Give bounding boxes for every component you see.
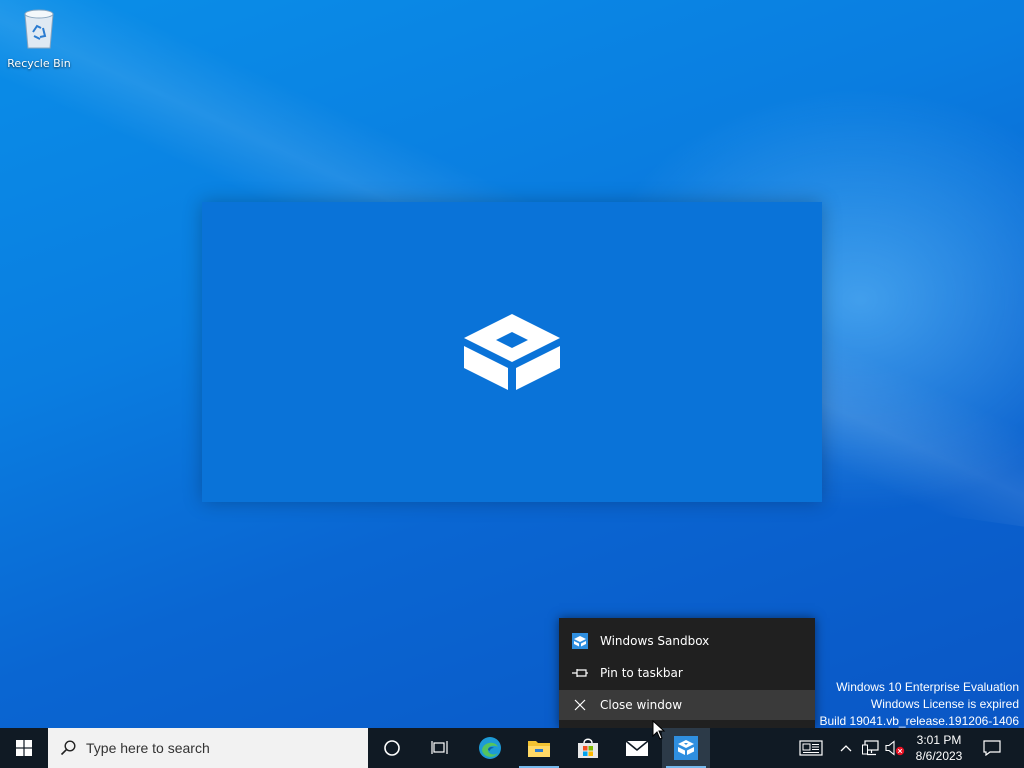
volume-button[interactable] bbox=[884, 728, 906, 768]
jump-list-item-label: Close window bbox=[600, 698, 683, 712]
windows-sandbox-logo bbox=[464, 314, 560, 390]
watermark-license: Windows License is expired bbox=[870, 697, 1019, 711]
recycle-bin-icon bbox=[24, 9, 54, 49]
chevron-up-icon bbox=[840, 745, 852, 752]
mail-icon bbox=[625, 740, 649, 756]
show-hidden-icons-button[interactable] bbox=[836, 728, 856, 768]
task-view-button[interactable] bbox=[416, 728, 464, 768]
store-icon bbox=[578, 738, 598, 758]
news-button[interactable] bbox=[794, 728, 828, 768]
cortana-icon bbox=[384, 740, 400, 756]
windows-logo-icon bbox=[16, 740, 32, 756]
windows-sandbox-icon bbox=[559, 633, 600, 649]
action-center-button[interactable] bbox=[978, 728, 1006, 768]
task-view-icon bbox=[431, 741, 448, 754]
desktop-icon-recycle-bin[interactable]: Recycle Bin bbox=[4, 6, 74, 70]
edge-icon bbox=[479, 737, 501, 759]
jump-list-item-close-window[interactable]: Close window bbox=[559, 690, 815, 720]
jump-list-item-label: Pin to taskbar bbox=[600, 666, 683, 680]
watermark-edition: Windows 10 Enterprise Evaluation bbox=[836, 680, 1019, 694]
recycle-bin-label: Recycle Bin bbox=[7, 57, 71, 70]
search-placeholder: Type here to search bbox=[86, 740, 210, 756]
taskbar-jump-list: Windows Sandbox Pin to taskbar Close win… bbox=[559, 618, 815, 728]
volume-muted-icon bbox=[885, 740, 905, 756]
clock-time: 3:01 PM bbox=[916, 733, 962, 747]
network-icon bbox=[862, 740, 879, 756]
close-icon bbox=[559, 699, 600, 711]
file-explorer-icon bbox=[528, 741, 550, 757]
mouse-cursor-icon bbox=[652, 720, 666, 740]
pin-icon bbox=[559, 667, 600, 679]
jump-list-item-windows-sandbox[interactable]: Windows Sandbox bbox=[559, 626, 815, 656]
notification-icon bbox=[983, 740, 1001, 756]
search-icon bbox=[60, 740, 76, 756]
taskbar-app-edge[interactable] bbox=[466, 728, 514, 768]
clock-date: 8/6/2023 bbox=[915, 749, 963, 763]
clock[interactable]: 3:01 PM 8/6/2023 bbox=[906, 728, 972, 768]
start-button[interactable] bbox=[0, 728, 48, 768]
taskbar-app-file-explorer[interactable] bbox=[515, 728, 563, 768]
sandbox-window[interactable] bbox=[202, 202, 822, 502]
jump-list-item-label: Windows Sandbox bbox=[600, 634, 710, 648]
jump-list-item-pin-to-taskbar[interactable]: Pin to taskbar bbox=[559, 658, 815, 688]
taskbar-app-windows-sandbox[interactable] bbox=[662, 728, 710, 768]
cortana-button[interactable] bbox=[368, 728, 416, 768]
taskbar-search-box[interactable]: Type here to search bbox=[48, 728, 368, 768]
windows-evaluation-watermark: Windows 10 Enterprise Evaluation Windows… bbox=[820, 679, 1020, 730]
news-icon bbox=[799, 740, 823, 756]
taskbar: Type here to search 3:01 PM 8/6/2023 bbox=[0, 728, 1024, 768]
network-button[interactable] bbox=[860, 728, 882, 768]
windows-sandbox-icon bbox=[674, 736, 698, 760]
taskbar-app-store[interactable] bbox=[564, 728, 612, 768]
